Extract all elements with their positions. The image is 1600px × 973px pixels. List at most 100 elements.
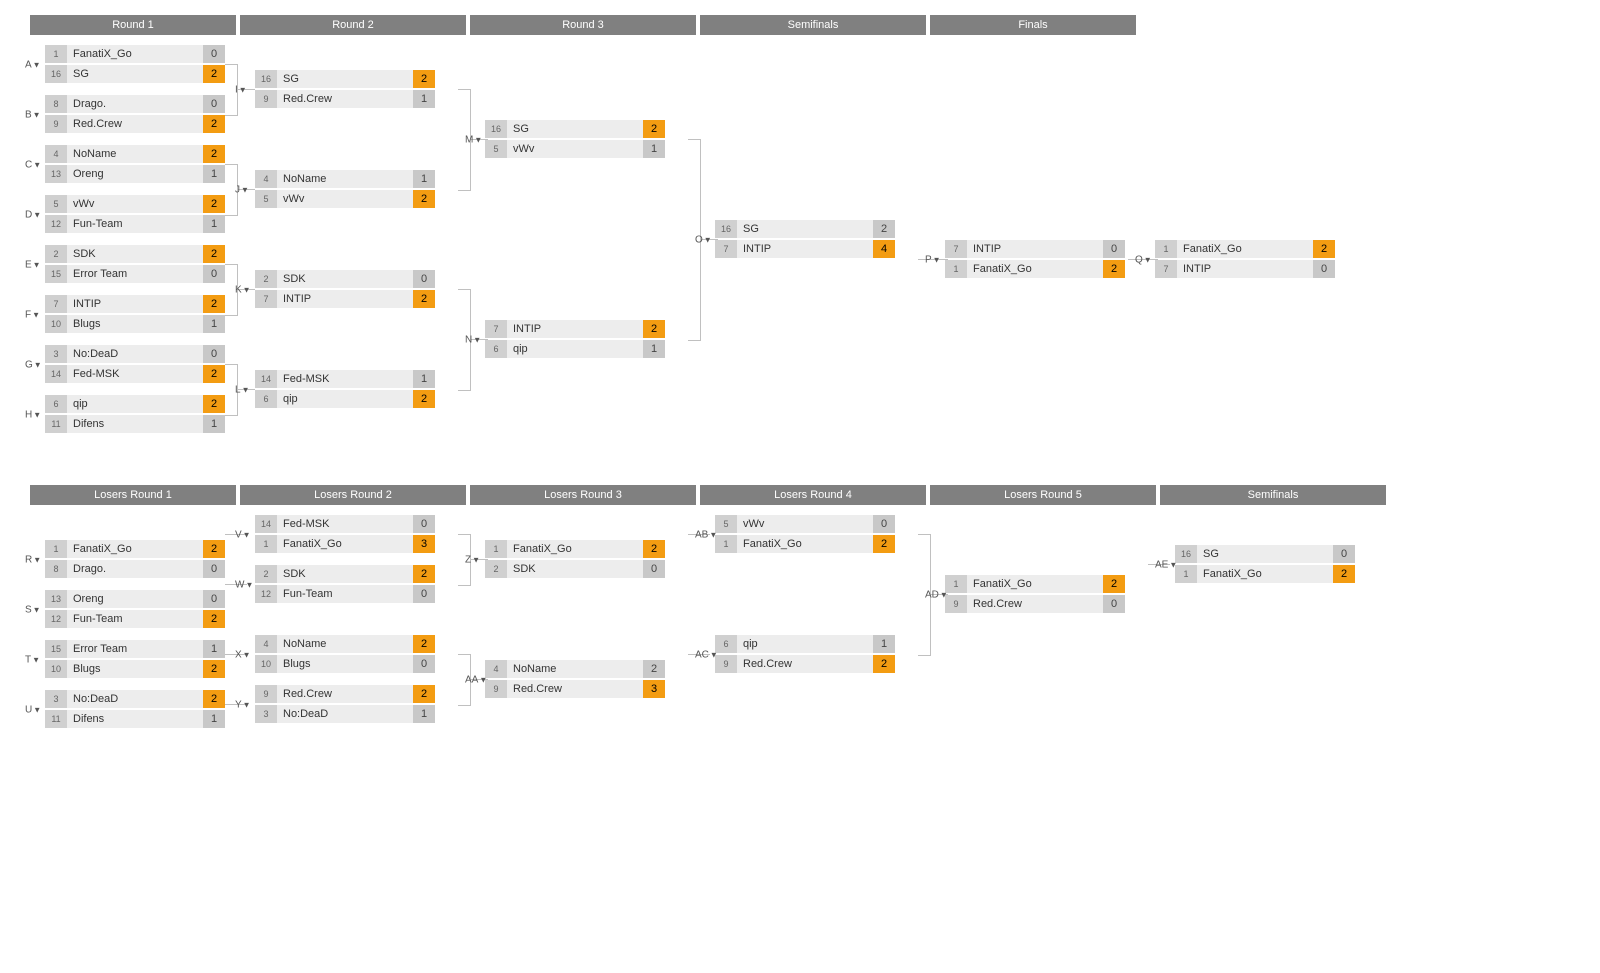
team-row[interactable]: 14Fed-MSK1 bbox=[255, 370, 435, 388]
team-row[interactable]: 9Red.Crew1 bbox=[255, 90, 435, 108]
team-row[interactable]: 16SG2 bbox=[485, 120, 665, 138]
team-row[interactable]: 12Fun-Team1 bbox=[45, 215, 225, 233]
team-row[interactable]: 1FanatiX_Go2 bbox=[1155, 240, 1335, 258]
team-row[interactable]: 4NoName2 bbox=[45, 145, 225, 163]
team-row[interactable]: 3No:DeaD2 bbox=[45, 690, 225, 708]
seed: 2 bbox=[485, 560, 507, 578]
team-row[interactable]: 4NoName2 bbox=[485, 660, 665, 678]
match-label[interactable]: D▼ bbox=[25, 210, 41, 221]
team-row[interactable]: 9Red.Crew2 bbox=[255, 685, 435, 703]
team-row[interactable]: 16SG2 bbox=[715, 220, 895, 238]
team-row[interactable]: 12Fun-Team2 bbox=[45, 610, 225, 628]
match-label[interactable]: N▼ bbox=[465, 335, 481, 346]
team-row[interactable]: 8Drago.0 bbox=[45, 95, 225, 113]
team-row[interactable]: 7INTIP2 bbox=[255, 290, 435, 308]
match-label[interactable]: X▼ bbox=[235, 650, 251, 661]
match-label[interactable]: AE▼ bbox=[1155, 560, 1177, 571]
match-label[interactable]: Q▼ bbox=[1135, 255, 1152, 266]
match-label[interactable]: Y▼ bbox=[235, 700, 251, 711]
team-row[interactable]: 11Difens1 bbox=[45, 415, 225, 433]
match-label[interactable]: J▼ bbox=[235, 185, 249, 196]
match-label[interactable]: Z▼ bbox=[465, 555, 480, 566]
team-row[interactable]: 3No:DeaD1 bbox=[255, 705, 435, 723]
team-row[interactable]: 7INTIP0 bbox=[1155, 260, 1335, 278]
team-row[interactable]: 9Red.Crew2 bbox=[45, 115, 225, 133]
team-row[interactable]: 1FanatiX_Go3 bbox=[255, 535, 435, 553]
team-row[interactable]: 8Drago.0 bbox=[45, 560, 225, 578]
team-row[interactable]: 6qip1 bbox=[715, 635, 895, 653]
match-label[interactable]: AA▼ bbox=[465, 675, 487, 686]
team-row[interactable]: 16SG2 bbox=[255, 70, 435, 88]
team-row[interactable]: 4NoName1 bbox=[255, 170, 435, 188]
match-label[interactable]: B▼ bbox=[25, 110, 41, 121]
team-row[interactable]: 6qip1 bbox=[485, 340, 665, 358]
team-row[interactable]: 9Red.Crew0 bbox=[945, 595, 1125, 613]
match-label[interactable]: S▼ bbox=[25, 605, 41, 616]
match-label[interactable]: M▼ bbox=[465, 135, 482, 146]
team-row[interactable]: 1FanatiX_Go2 bbox=[945, 575, 1125, 593]
match-label[interactable]: F▼ bbox=[25, 310, 40, 321]
match-label[interactable]: C▼ bbox=[25, 160, 41, 171]
match-label[interactable]: R▼ bbox=[25, 555, 41, 566]
team-name: FanatiX_Go bbox=[1177, 240, 1313, 258]
round-header: Losers Round 5 bbox=[930, 485, 1156, 505]
team-row[interactable]: 5vWv1 bbox=[485, 140, 665, 158]
team-row[interactable]: 13Oreng1 bbox=[45, 165, 225, 183]
team-row[interactable]: 16SG2 bbox=[45, 65, 225, 83]
team-row[interactable]: 1FanatiX_Go2 bbox=[945, 260, 1125, 278]
team-row[interactable]: 2SDK2 bbox=[45, 245, 225, 263]
team-row[interactable]: 1FanatiX_Go2 bbox=[715, 535, 895, 553]
team-row[interactable]: 6qip2 bbox=[45, 395, 225, 413]
match-label[interactable]: A▼ bbox=[25, 60, 41, 71]
team-row[interactable]: 2SDK2 bbox=[255, 565, 435, 583]
team-name: Drago. bbox=[67, 560, 203, 578]
team-row[interactable]: 7INTIP2 bbox=[485, 320, 665, 338]
team-row[interactable]: 9Red.Crew2 bbox=[715, 655, 895, 673]
team-row[interactable]: 10Blugs2 bbox=[45, 660, 225, 678]
team-row[interactable]: 16SG0 bbox=[1175, 545, 1355, 563]
team-row[interactable]: 1FanatiX_Go2 bbox=[45, 540, 225, 558]
team-row[interactable]: 12Fun-Team0 bbox=[255, 585, 435, 603]
match-label[interactable]: L▼ bbox=[235, 385, 249, 396]
team-row[interactable]: 5vWv2 bbox=[255, 190, 435, 208]
match-label[interactable]: T▼ bbox=[25, 655, 40, 666]
match-label[interactable]: AD▼ bbox=[925, 590, 948, 601]
match-label[interactable]: AB▼ bbox=[695, 530, 717, 541]
team-row[interactable]: 3No:DeaD0 bbox=[45, 345, 225, 363]
match-label[interactable]: P▼ bbox=[925, 255, 941, 266]
team-row[interactable]: 7INTIP0 bbox=[945, 240, 1125, 258]
team-row[interactable]: 4NoName2 bbox=[255, 635, 435, 653]
match-label[interactable]: I▼ bbox=[235, 85, 247, 96]
team-row[interactable]: 2SDK0 bbox=[485, 560, 665, 578]
team-row[interactable]: 5vWv0 bbox=[715, 515, 895, 533]
match-label[interactable]: V▼ bbox=[235, 530, 251, 541]
team-row[interactable]: 1FanatiX_Go2 bbox=[1175, 565, 1355, 583]
seed: 16 bbox=[1175, 545, 1197, 563]
team-row[interactable]: 10Blugs1 bbox=[45, 315, 225, 333]
team-row[interactable]: 5vWv2 bbox=[45, 195, 225, 213]
match-O: O▼16SG27INTIP4 bbox=[715, 220, 895, 260]
team-row[interactable]: 10Blugs0 bbox=[255, 655, 435, 673]
match-label[interactable]: U▼ bbox=[25, 705, 41, 716]
team-row[interactable]: 1FanatiX_Go2 bbox=[485, 540, 665, 558]
match-label[interactable]: H▼ bbox=[25, 410, 41, 421]
team-row[interactable]: 13Oreng0 bbox=[45, 590, 225, 608]
team-row[interactable]: 9Red.Crew3 bbox=[485, 680, 665, 698]
team-row[interactable]: 11Difens1 bbox=[45, 710, 225, 728]
team-row[interactable]: 14Fed-MSK0 bbox=[255, 515, 435, 533]
match-label[interactable]: AC▼ bbox=[695, 650, 718, 661]
match-label[interactable]: W▼ bbox=[235, 580, 253, 591]
team-row[interactable]: 7INTIP2 bbox=[45, 295, 225, 313]
match-AD: AD▼1FanatiX_Go29Red.Crew0 bbox=[945, 575, 1125, 615]
team-row[interactable]: 14Fed-MSK2 bbox=[45, 365, 225, 383]
team-row[interactable]: 15Error Team0 bbox=[45, 265, 225, 283]
team-row[interactable]: 15Error Team1 bbox=[45, 640, 225, 658]
match-label[interactable]: E▼ bbox=[25, 260, 41, 271]
team-row[interactable]: 7INTIP4 bbox=[715, 240, 895, 258]
match-label[interactable]: O▼ bbox=[695, 235, 712, 246]
team-row[interactable]: 6qip2 bbox=[255, 390, 435, 408]
team-row[interactable]: 1FanatiX_Go0 bbox=[45, 45, 225, 63]
match-label[interactable]: G▼ bbox=[25, 360, 42, 371]
team-row[interactable]: 2SDK0 bbox=[255, 270, 435, 288]
match-label[interactable]: K▼ bbox=[235, 285, 251, 296]
